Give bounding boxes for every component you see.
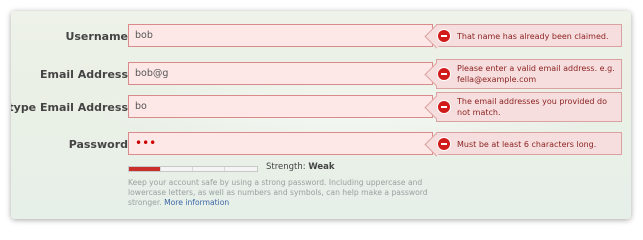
strength-label-text: Strength: <box>266 162 306 172</box>
error-icon <box>438 101 450 113</box>
username-error-text: That name has already been claimed. <box>457 32 609 41</box>
username-input[interactable]: bob <box>128 24 433 47</box>
retype-email-label: Retype Email Address <box>11 101 128 114</box>
strength-meter-segment <box>225 167 257 171</box>
password-label: Password <box>68 138 128 151</box>
password-error: Must be at least 6 characters long. <box>436 132 622 155</box>
strength-meter-segment <box>161 167 193 171</box>
retype-email-error-text: The email addresses you provided do not … <box>457 97 607 117</box>
strength-value: Weak <box>308 162 335 172</box>
strength-meter-segment <box>193 167 225 171</box>
username-error: That name has already been claimed. <box>436 24 622 47</box>
retype-email-error: The email addresses you provided do not … <box>436 92 622 122</box>
email-row: Email Address bob@g Please enter a valid… <box>11 59 631 89</box>
error-icon <box>438 138 450 150</box>
retype-email-input[interactable]: bo <box>128 95 433 118</box>
password-input[interactable]: ••• <box>128 132 433 155</box>
email-label: Email Address <box>39 68 128 81</box>
password-row: Password ••• Must be at least 6 characte… <box>11 132 631 157</box>
retype-email-row: Retype Email Address bo The email addres… <box>11 92 631 122</box>
more-information-link[interactable]: More information <box>164 198 229 207</box>
username-label: Username <box>65 30 128 43</box>
error-icon <box>438 68 450 80</box>
error-icon <box>438 30 450 42</box>
strength-label: Strength: Weak <box>266 162 335 172</box>
username-row: Username bob That name has already been … <box>11 24 631 49</box>
email-error-text: Please enter a valid email address. e.g.… <box>457 64 615 84</box>
email-error: Please enter a valid email address. e.g.… <box>436 59 622 89</box>
password-error-text: Must be at least 6 characters long. <box>457 140 597 149</box>
password-strength-meter <box>128 166 258 172</box>
strength-meter-segment <box>129 167 161 171</box>
password-help-text: Keep your account safe by using a strong… <box>128 178 428 208</box>
signup-form: Username bob That name has already been … <box>11 11 631 219</box>
email-input[interactable]: bob@g <box>128 62 433 85</box>
